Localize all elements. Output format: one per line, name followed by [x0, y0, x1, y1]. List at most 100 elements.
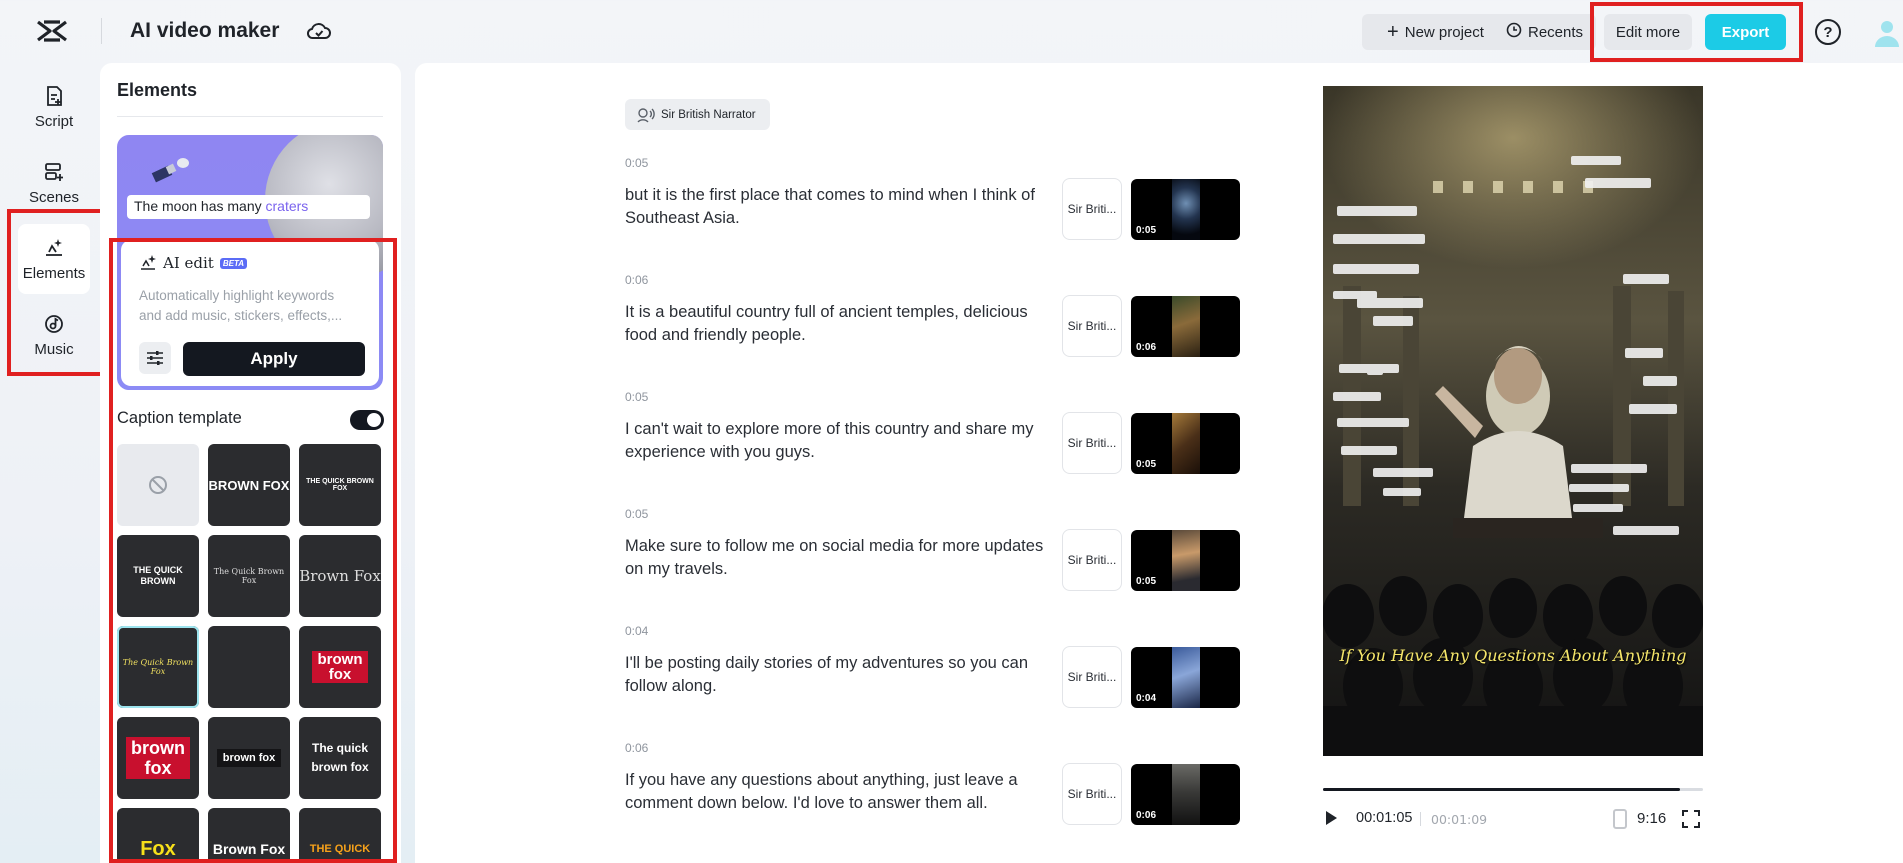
template-preview-text: The Quick Brown Fox [122, 658, 194, 676]
template-item[interactable]: Fox [117, 808, 199, 863]
template-preview-text: THE QUICK BROWN FOX [306, 478, 374, 492]
ai-edit-settings-button[interactable] [139, 342, 171, 374]
scene-duration-label: 0:05 [625, 390, 649, 404]
scene-thumbnail[interactable]: 0:06 [1131, 296, 1240, 357]
scene-text[interactable]: Make sure to follow me on social media f… [625, 535, 1050, 581]
rail-item-label: Music [34, 340, 74, 358]
panel-title: Elements [117, 80, 198, 100]
satellite-illustration [151, 158, 189, 183]
scene-thumbnail[interactable]: 0:05 [1131, 413, 1240, 474]
scene-text[interactable]: but it is the first place that comes to … [625, 184, 1050, 230]
scene-thumbnail-image [1172, 179, 1200, 240]
rail-item-elements[interactable]: Elements [18, 224, 90, 294]
scene-thumbnail[interactable]: 0:04 [1131, 647, 1240, 708]
aspect-ratio-icon[interactable] [1613, 809, 1627, 829]
template-item[interactable]: THE QUICK BROWN [117, 535, 199, 617]
scene-thumbnail-duration: 0:05 [1136, 576, 1157, 587]
caption-template-title: Caption template [117, 409, 242, 427]
fullscreen-icon[interactable] [1681, 809, 1701, 829]
template-item[interactable]: Brown Fox [299, 535, 381, 617]
rail-item-label: Scenes [28, 188, 80, 206]
scene-duration-label: 0:04 [625, 624, 649, 638]
template-item[interactable]: brown fox [208, 717, 290, 799]
template-item[interactable]: brown fox [299, 626, 381, 708]
rail-item-label: Elements [22, 264, 86, 282]
rail-item-script[interactable]: Script [18, 72, 90, 142]
no-caption-icon [149, 476, 167, 494]
music-icon [45, 314, 63, 333]
voice-icon [637, 107, 655, 123]
aspect-ratio-label[interactable]: 9:16 [1637, 810, 1666, 827]
ai-edit-icon [141, 255, 156, 270]
scene-voice-button[interactable]: Sir Briti... [1062, 763, 1122, 825]
caption-template-toggle[interactable] [350, 410, 384, 430]
template-item[interactable]: THE QUICK BROWN FOX [299, 444, 381, 526]
template-preview-text: The quick brown fox [311, 741, 369, 774]
new-project-label: New project [1404, 23, 1484, 41]
video-preview[interactable]: If You Have Any Questions About Anything [1323, 86, 1703, 756]
template-item-selected[interactable]: The Quick Brown Fox [117, 626, 199, 708]
beta-badge: BETA [219, 257, 248, 269]
rail-item-music[interactable]: Music [18, 300, 90, 370]
scene-voice-button[interactable]: Sir Briti... [1062, 529, 1122, 591]
apply-button[interactable]: Apply [183, 342, 365, 376]
template-item[interactable]: Brown Fox [208, 808, 290, 863]
ai-edit-desc-line: and add music, stickers, effects,... [139, 308, 343, 323]
scene-duration-label: 0:05 [625, 156, 649, 170]
recents-button[interactable]: Recents [1493, 14, 1596, 50]
promo-caption: The moon has many craters [127, 195, 370, 219]
scene-text[interactable]: If you have any questions about anything… [625, 769, 1050, 815]
template-preview-text: brown fox [126, 737, 190, 779]
playback-progress-bar[interactable] [1323, 788, 1703, 791]
scene-text[interactable]: It is a beautiful country full of ancien… [625, 301, 1050, 347]
sliders-icon [147, 351, 163, 365]
scene-voice-button[interactable]: Sir Briti... [1062, 646, 1122, 708]
narrator-name: Sir British Narrator [661, 108, 756, 121]
scene-thumbnail-image [1172, 413, 1200, 474]
scene-thumbnail[interactable]: 0:05 [1131, 530, 1240, 591]
template-item[interactable] [208, 626, 290, 708]
avatar[interactable] [1872, 17, 1902, 47]
scene-duration-label: 0:06 [625, 741, 649, 755]
template-item[interactable]: The Quick Brown Fox [208, 535, 290, 617]
promo-caption-text: The moon has many [134, 198, 266, 214]
scene-voice-button[interactable]: Sir Briti... [1062, 412, 1122, 474]
export-button[interactable]: Export [1705, 14, 1786, 50]
total-time: 00:01:09 [1431, 812, 1488, 827]
template-none[interactable] [117, 444, 199, 526]
cloud-save-icon[interactable] [306, 19, 332, 43]
narrator-voice-chip[interactable]: Sir British Narrator [625, 99, 770, 130]
scene-voice-button[interactable]: Sir Briti... [1062, 295, 1122, 357]
rail-item-label: Script [34, 112, 74, 130]
template-item[interactable]: BROWN FOX [208, 444, 290, 526]
edit-more-button[interactable]: Edit more [1604, 14, 1692, 50]
scene-voice-button[interactable]: Sir Briti... [1062, 178, 1122, 240]
template-item[interactable]: THE QUICK [299, 808, 381, 863]
new-project-button[interactable]: + New project [1362, 14, 1509, 50]
scene-thumbnail[interactable]: 0:05 [1131, 179, 1240, 240]
scene-thumbnail-duration: 0:04 [1136, 693, 1157, 704]
ai-edit-description: Automatically highlight keywords and add… [139, 286, 369, 326]
template-preview-text: BROWN FOX [208, 477, 290, 493]
template-item[interactable]: brown fox [117, 717, 199, 799]
plus-icon: + [1387, 21, 1399, 43]
scene-text[interactable]: I can't wait to explore more of this cou… [625, 418, 1050, 464]
capcut-logo-icon[interactable] [36, 18, 68, 44]
scene-thumbnail[interactable]: 0:06 [1131, 764, 1240, 825]
ai-edit-promo-card: The moon has many craters AI edit BETA A… [117, 135, 383, 390]
template-preview-text: brown fox [216, 749, 282, 767]
template-item[interactable]: The quick brown fox [299, 717, 381, 799]
scene-text[interactable]: I'll be posting daily stories of my adve… [625, 652, 1050, 698]
play-icon[interactable] [1324, 810, 1338, 826]
ai-edit-title: AI edit BETA [139, 254, 248, 272]
scene-thumbnail-image [1172, 764, 1200, 825]
template-preview-text: The Quick Brown Fox [213, 567, 285, 585]
elements-icon [46, 238, 62, 256]
help-icon[interactable]: ? [1815, 19, 1841, 45]
header-divider [101, 18, 102, 44]
top-bar: AI video maker + New project Recents Edi… [0, 0, 1903, 62]
promo-caption-highlight: craters [265, 198, 309, 214]
scene-thumbnail-duration: 0:06 [1136, 810, 1157, 821]
rail-item-scenes[interactable]: Scenes [18, 148, 90, 218]
app-title: AI video maker [130, 19, 280, 42]
